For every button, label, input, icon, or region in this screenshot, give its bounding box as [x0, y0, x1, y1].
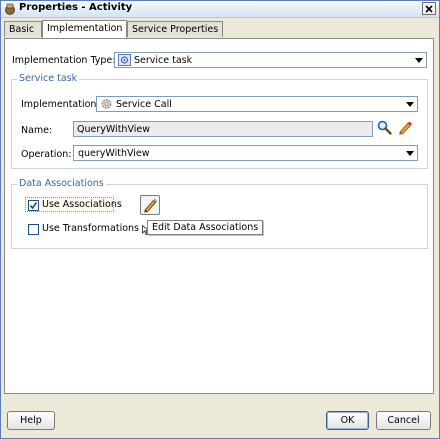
gear-icon [101, 99, 112, 109]
name-field[interactable]: QueryWithView [73, 121, 373, 137]
name-value: QueryWithView [77, 124, 150, 135]
implementation-select[interactable]: Service Call [96, 96, 418, 112]
pencil-icon [144, 198, 158, 213]
search-icon[interactable] [377, 120, 392, 135]
cancel-button[interactable]: Cancel [376, 411, 431, 430]
implementation-label: Implementation: [21, 99, 100, 110]
tab-service-properties[interactable]: Service Properties [127, 21, 223, 37]
operation-label: Operation: [21, 149, 72, 160]
use-transformations-checkbox[interactable] [28, 224, 39, 235]
edit-pencil-icon[interactable] [397, 120, 413, 135]
use-associations-checkbox[interactable] [28, 200, 39, 211]
name-label: Name: [21, 125, 53, 136]
implementation-type-label: Implementation Type: [12, 55, 116, 66]
activity-icon [5, 3, 15, 15]
implementation-value: Service Call [116, 99, 172, 110]
properties-dialog: Properties - Activity Basic Implementati… [0, 0, 440, 439]
help-button[interactable]: Help [7, 411, 55, 430]
use-transformations-label[interactable]: Use Transformations [42, 223, 139, 234]
tab-label: Implementation [47, 23, 123, 34]
implementation-type-select[interactable]: Service task [114, 52, 427, 68]
data-associations-group [11, 184, 428, 249]
chevron-down-icon [406, 102, 414, 107]
tab-basic[interactable]: Basic [4, 21, 42, 37]
chevron-down-icon [406, 151, 414, 156]
implementation-type-value: Service task [134, 55, 193, 66]
operation-select[interactable]: queryWithView [73, 145, 418, 161]
use-associations-label[interactable]: Use Associations [42, 199, 122, 210]
chevron-down-icon [415, 58, 423, 63]
ok-button[interactable]: OK [326, 411, 369, 430]
implementation-panel: Implementation Type: Service task Servic… [4, 38, 434, 394]
edit-data-associations-button[interactable] [140, 195, 160, 215]
close-button[interactable] [422, 2, 436, 15]
gear-service-icon [118, 54, 131, 66]
data-associations-title: Data Associations [17, 178, 106, 189]
tab-label: Service Properties [132, 24, 219, 35]
operation-value: queryWithView [78, 148, 150, 159]
tab-implementation[interactable]: Implementation [42, 20, 127, 38]
tab-label: Basic [9, 24, 35, 35]
title-bar[interactable]: Properties - Activity [1, 1, 439, 18]
window-title: Properties - Activity [19, 2, 133, 13]
service-task-title: Service task [17, 73, 80, 84]
close-icon [425, 5, 433, 13]
edit-data-associations-tooltip: Edit Data Associations [147, 220, 264, 235]
checkmark-icon [29, 202, 38, 210]
